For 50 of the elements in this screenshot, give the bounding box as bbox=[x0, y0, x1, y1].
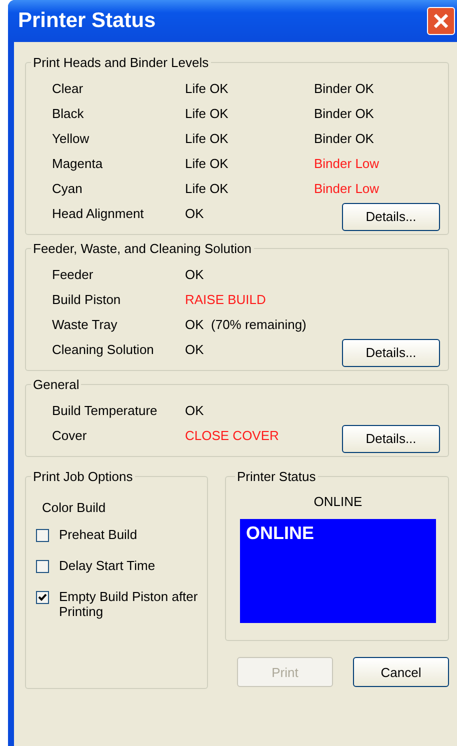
status-value: Life OK bbox=[185, 181, 230, 196]
status-label: Clear bbox=[52, 81, 84, 96]
group-title: Printer Status bbox=[236, 469, 317, 484]
status-label: Build Temperature bbox=[52, 403, 158, 418]
status-display: ONLINE bbox=[240, 519, 436, 623]
group-title: General bbox=[32, 377, 80, 392]
status-label: Black bbox=[52, 106, 85, 121]
status-value: OK (70% remaining) bbox=[185, 317, 308, 332]
status-value: OK bbox=[185, 342, 205, 357]
status-value: Life OK bbox=[185, 156, 230, 171]
group-title: Print Job Options bbox=[32, 469, 134, 484]
status-value: Life OK bbox=[185, 81, 230, 96]
status-label: Cover bbox=[52, 428, 88, 443]
status-label: Head Alignment bbox=[52, 206, 145, 221]
status-value: Binder Low bbox=[314, 181, 380, 196]
checkbox[interactable] bbox=[36, 529, 49, 542]
status-label: Cleaning Solution bbox=[52, 342, 155, 357]
window-title: Printer Status bbox=[18, 9, 156, 33]
status-value: Binder Low bbox=[314, 156, 380, 171]
status-label: Build Piston bbox=[52, 292, 122, 307]
status-label: Waste Tray bbox=[52, 317, 118, 332]
status-label: Yellow bbox=[52, 131, 90, 146]
checkbox[interactable] bbox=[36, 591, 49, 604]
checkbox-label: Delay Start Time bbox=[59, 558, 156, 573]
status-value: OK bbox=[185, 267, 205, 282]
status-label: Cyan bbox=[52, 181, 84, 196]
checkbox-label: Empty Build Piston after Printing bbox=[59, 589, 199, 619]
status-value: OK bbox=[185, 206, 205, 221]
status-value: Life OK bbox=[185, 131, 230, 146]
close-button[interactable] bbox=[427, 7, 455, 35]
option-heading: Color Build bbox=[42, 500, 107, 515]
status-text: ONLINE bbox=[312, 494, 364, 509]
status-value: RAISE BUILD bbox=[185, 292, 267, 307]
details-button[interactable]: Details... bbox=[342, 338, 440, 366]
details-button[interactable]: Details... bbox=[342, 202, 440, 230]
group-title: Print Heads and Binder Levels bbox=[32, 55, 210, 70]
status-value: Binder OK bbox=[314, 131, 375, 146]
status-label: Feeder bbox=[52, 267, 94, 282]
close-icon bbox=[433, 13, 449, 29]
group-title: Feeder, Waste, and Cleaning Solution bbox=[32, 241, 252, 256]
checkbox[interactable] bbox=[36, 560, 49, 573]
status-value: CLOSE COVER bbox=[185, 428, 280, 443]
status-label: Magenta bbox=[52, 156, 104, 171]
checkbox-label: Preheat Build bbox=[59, 527, 138, 542]
status-value: Binder OK bbox=[314, 81, 375, 96]
status-value: OK bbox=[185, 403, 205, 418]
details-button[interactable]: Details... bbox=[342, 424, 440, 452]
status-value: Binder OK bbox=[314, 106, 375, 121]
status-value: Life OK bbox=[185, 106, 230, 121]
dialog-button[interactable]: Cancel bbox=[353, 657, 449, 687]
